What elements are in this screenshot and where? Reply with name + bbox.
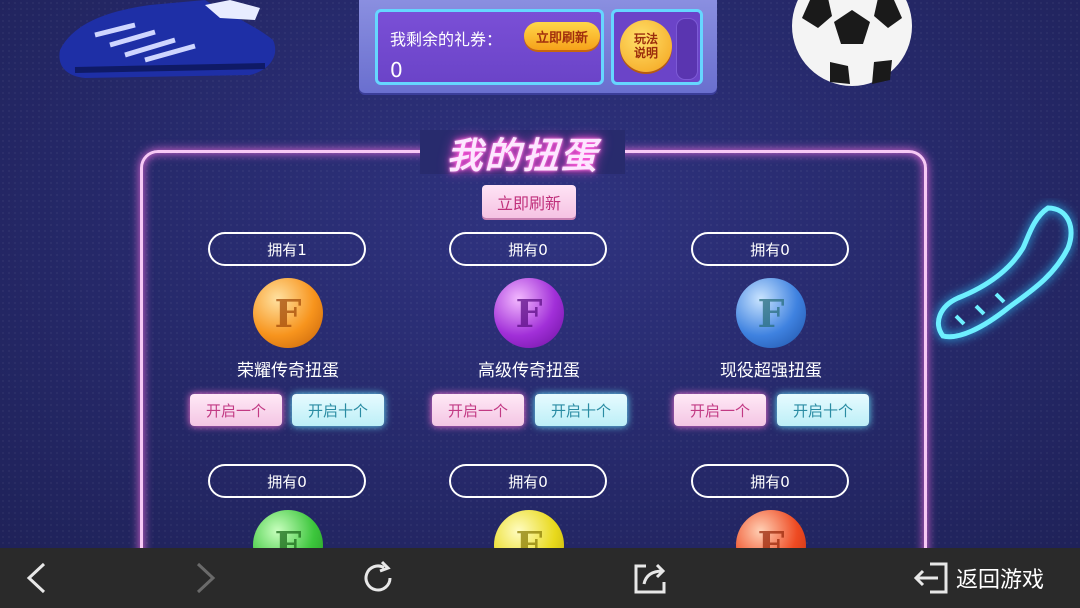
open-one-button[interactable]: 开启一个 (674, 394, 766, 426)
owned-count: 拥有0 (691, 464, 849, 498)
egg-letter: F (515, 522, 543, 549)
egg-name: 荣耀传奇扭蛋 (237, 361, 339, 381)
sneaker-decoration-icon (59, 0, 276, 78)
panel-refresh-button[interactable]: 立即刷新 (482, 185, 576, 218)
egg-letter: F (757, 290, 785, 336)
forward-arrow-icon[interactable] (188, 548, 224, 608)
open-one-button[interactable]: 开启一个 (190, 394, 282, 426)
owned-count: 拥有0 (449, 232, 607, 266)
refresh-icon[interactable] (358, 548, 398, 608)
coupon-label: 我剩余的礼券： (390, 30, 503, 49)
back-arrow-icon[interactable] (18, 548, 54, 608)
neon-boot-icon (936, 205, 1074, 340)
panel-title: 我的扭蛋 (446, 136, 599, 177)
egg-purple-icon: F (494, 278, 564, 348)
back-to-game-button[interactable]: 返回游戏 (912, 548, 1044, 608)
coupon-count: 0 (390, 58, 403, 82)
coupon-panel: 我剩余的礼券： 0 立即刷新 玩法 说明 (359, 0, 717, 93)
scroll-track[interactable] (676, 18, 698, 80)
egg-name: 高级传奇扭蛋 (478, 361, 580, 381)
owned-count: 拥有0 (449, 464, 607, 498)
owned-count: 拥有0 (208, 464, 366, 498)
rules-box: 玩法 说明 (611, 9, 703, 85)
soccer-ball-icon (792, 0, 912, 86)
game-stage: 我剩余的礼券： 0 立即刷新 玩法 说明 我的扭蛋 立即刷新 拥有1 F 荣耀传… (0, 0, 1080, 548)
owned-count: 拥有1 (208, 232, 366, 266)
coupon-box: 我剩余的礼券： 0 立即刷新 (375, 9, 604, 85)
browser-nav-bar: 返回游戏 (0, 548, 1080, 608)
egg-blue-icon: F (736, 278, 806, 348)
egg-letter: F (274, 522, 302, 549)
egg-letter: F (274, 290, 302, 336)
exit-icon (913, 562, 948, 594)
egg-name: 现役超强扭蛋 (720, 361, 822, 381)
egg-letter: F (515, 290, 543, 336)
coupon-refresh-button[interactable]: 立即刷新 (524, 22, 600, 50)
back-to-game-label: 返回游戏 (956, 568, 1045, 593)
rules-button[interactable]: 玩法 说明 (620, 20, 672, 72)
share-icon[interactable] (630, 548, 670, 608)
egg-orange-icon: F (253, 278, 323, 348)
open-ten-button[interactable]: 开启十个 (777, 394, 869, 426)
rules-button-label: 玩法 说明 (633, 32, 658, 60)
open-ten-button[interactable]: 开启十个 (535, 394, 627, 426)
egg-letter: F (757, 522, 785, 549)
open-one-button[interactable]: 开启一个 (432, 394, 524, 426)
open-ten-button[interactable]: 开启十个 (292, 394, 384, 426)
owned-count: 拥有0 (691, 232, 849, 266)
